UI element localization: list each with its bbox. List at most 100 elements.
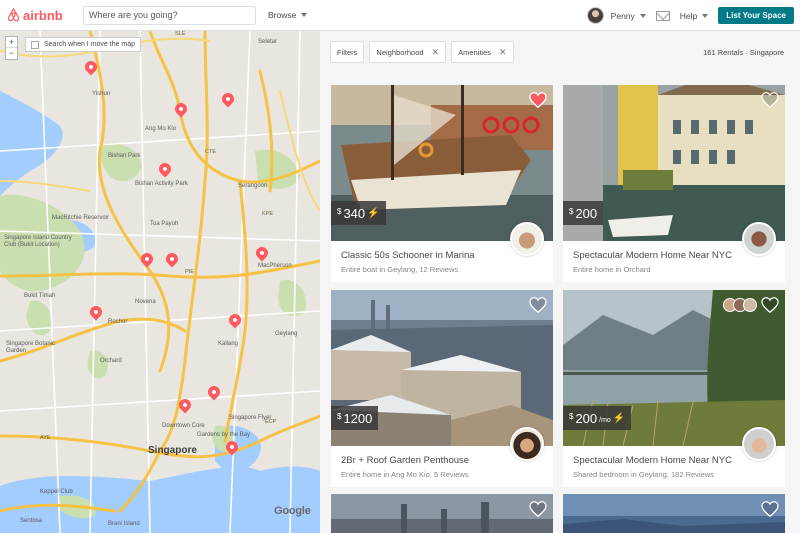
- help-label: Help: [679, 10, 698, 21]
- price-currency: $: [569, 412, 574, 421]
- close-icon[interactable]: ✕: [499, 47, 507, 58]
- map-label: Bishan Park: [108, 153, 141, 159]
- listing-card[interactable]: $ 200 Spectacular Modern Home Near NYC E…: [563, 85, 785, 282]
- listing-title[interactable]: Spectacular Modern Home Near NYC: [573, 455, 732, 466]
- listing-subtitle: Entire boat in Geylang, 12 Reviews: [341, 265, 459, 274]
- search-input[interactable]: [83, 5, 256, 25]
- map-label: Sentosa: [20, 518, 43, 524]
- map-label: Serangoon: [238, 183, 268, 189]
- envelope-icon[interactable]: [655, 10, 670, 21]
- road-label: KPE: [262, 211, 274, 217]
- map-label: Bukit Timah: [24, 293, 56, 299]
- browse-menu[interactable]: Browse: [268, 10, 308, 20]
- price-period: /mo: [599, 417, 611, 424]
- road-label: AYE: [40, 435, 51, 441]
- google-attribution: Google: [274, 505, 311, 517]
- map-label: Brani Island: [108, 521, 140, 527]
- heart-icon[interactable]: [761, 297, 779, 313]
- zoom-out-button[interactable]: −: [6, 48, 17, 59]
- neighborhood-filter-chip[interactable]: Neighborhood ✕: [369, 41, 447, 63]
- city-skyline-photo: [331, 494, 553, 533]
- heart-icon[interactable]: [761, 92, 779, 108]
- heart-icon[interactable]: [761, 501, 779, 517]
- map-label: Seletar: [258, 39, 278, 45]
- map-label: Downtown Core: [162, 423, 205, 429]
- amenities-label: Amenities: [458, 47, 492, 57]
- map-label: MacRitchie Reservoir: [52, 215, 110, 221]
- listing-card[interactable]: [563, 494, 785, 533]
- price-value: 340: [343, 205, 366, 221]
- checkbox[interactable]: [31, 40, 39, 49]
- listing-photo[interactable]: [331, 494, 553, 533]
- user-avatar[interactable]: [586, 7, 604, 24]
- listing-subtitle: Entire home in Ang Mo Kio, 5 Reviews: [341, 470, 469, 479]
- listing-card[interactable]: $ 1200 2Br + Roof Garden Penthouse Entir…: [331, 290, 553, 487]
- help-menu[interactable]: Help: [679, 10, 709, 21]
- list-your-space-button[interactable]: List Your Space: [718, 7, 794, 24]
- search-on-move-label: Search when I move the map: [44, 41, 136, 48]
- map-label: Singapore Island Country Club (Bukit Loc…: [4, 235, 72, 248]
- host-avatar[interactable]: [510, 222, 544, 256]
- search-on-move-toggle[interactable]: Search when I move the map: [25, 37, 142, 52]
- zoom-in-button[interactable]: +: [6, 37, 17, 48]
- map-label: Singapore Botanic Garden: [6, 341, 56, 354]
- chevron-down-icon: [301, 13, 308, 17]
- map-label: Geylang: [275, 331, 298, 337]
- price-value: 200: [575, 205, 598, 221]
- price-tag: $ 200: [563, 201, 604, 225]
- host-avatar[interactable]: [742, 427, 776, 461]
- map-label: Novena: [135, 299, 156, 305]
- neighborhood-label: Neighborhood: [376, 47, 424, 57]
- listings-panel: Filters Neighborhood ✕ Amenities ✕ 161 Ren…: [320, 31, 800, 533]
- user-menu[interactable]: Penny: [611, 11, 646, 21]
- map-label: Kallang: [218, 341, 239, 347]
- map-label: Gardens by the Bay: [197, 432, 251, 438]
- listing-title[interactable]: 2Br + Roof Garden Penthouse: [341, 455, 469, 466]
- map-label: Keppel Club: [40, 489, 73, 495]
- user-controls: Penny Help List Your Space: [586, 0, 794, 31]
- brand-name: airbnb: [23, 7, 63, 23]
- listing-title[interactable]: Classic 50s Schooner in Marina: [341, 250, 475, 261]
- map-label: Bishan Activity Park: [135, 181, 188, 187]
- price-tag: $ 340 ⚡: [331, 201, 386, 225]
- heart-icon[interactable]: [529, 92, 547, 108]
- listing-card[interactable]: $ 340 ⚡ Classic 50s Schooner in Marina E…: [331, 85, 553, 282]
- map-label: Yishun: [92, 91, 111, 97]
- price-currency: $: [569, 207, 574, 216]
- user-name: Penny: [610, 10, 635, 21]
- filters-label: Filters: [337, 47, 358, 57]
- price-value: 1200: [343, 410, 373, 426]
- chevron-down-icon: [639, 13, 646, 18]
- filters-button[interactable]: Filters: [330, 41, 365, 63]
- price-tag: $ 200 /mo ⚡: [563, 406, 632, 430]
- instant-book-icon: ⚡: [612, 412, 626, 424]
- map-label: Rochor: [108, 319, 128, 325]
- filter-bar: Filters Neighborhood ✕ Amenities ✕: [330, 41, 514, 63]
- sea-photo: [563, 494, 785, 533]
- price-tag: $ 1200: [331, 406, 379, 430]
- price-currency: $: [337, 207, 342, 216]
- amenities-filter-chip[interactable]: Amenities ✕: [451, 41, 514, 63]
- road-label: SLE: [175, 31, 186, 37]
- listing-subtitle: Shared bedroom in Geylang, 182 Reviews: [573, 470, 714, 479]
- map-label: Ang Mo Kio: [145, 126, 177, 132]
- map-view[interactable]: Yishun Seletar Ang Mo Kio Bishan Park Bi…: [0, 31, 320, 533]
- heart-icon[interactable]: [529, 297, 547, 313]
- listing-photo[interactable]: [563, 494, 785, 533]
- heart-icon[interactable]: [529, 501, 547, 517]
- airbnb-logo[interactable]: airbnb: [7, 8, 79, 23]
- listing-card[interactable]: [331, 494, 553, 533]
- listing-card[interactable]: $ 200 /mo ⚡ Spectacular Modern Home Near…: [563, 290, 785, 487]
- host-avatar[interactable]: [742, 222, 776, 256]
- map-canvas: [0, 31, 320, 533]
- host-avatar[interactable]: [510, 427, 544, 461]
- road-label: CTE: [205, 149, 216, 155]
- road-label: PIE: [185, 269, 194, 275]
- chevron-down-icon: [702, 13, 709, 18]
- road-label: ECP: [265, 419, 277, 425]
- results-count: 161 Rentals · Singapore: [703, 48, 784, 57]
- zoom-controls: + −: [5, 36, 18, 60]
- listing-title[interactable]: Spectacular Modern Home Near NYC: [573, 250, 732, 261]
- price-value: 200: [575, 410, 598, 426]
- close-icon[interactable]: ✕: [432, 47, 440, 58]
